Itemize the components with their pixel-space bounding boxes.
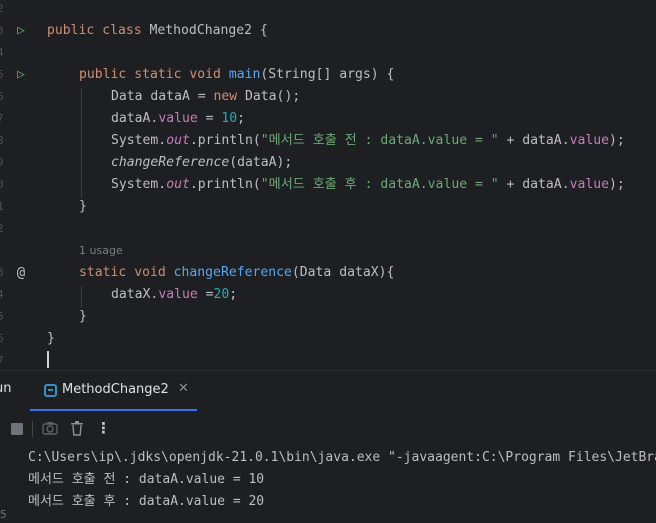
code-line: 2 bbox=[0, 218, 656, 240]
class-declaration: public class MethodChange2 { bbox=[47, 23, 268, 38]
line-number: 8 bbox=[0, 134, 4, 147]
code-editor[interactable]: 2 3 ▷ public class MethodChange2 { 4 5 ▷… bbox=[0, 0, 656, 370]
code-line: 5 } bbox=[0, 306, 656, 328]
run-triangle-icon[interactable]: ▷ bbox=[13, 67, 29, 83]
code-line: 0 System.out.println("메서드 호출 후 : dataA.v… bbox=[0, 174, 656, 196]
code-line: 3 @ static void changeReference(Data dat… bbox=[0, 262, 656, 284]
run-tool-window-title: un bbox=[0, 381, 12, 396]
close-icon[interactable]: ✕ bbox=[178, 381, 189, 396]
code-line: 6 } bbox=[0, 328, 656, 350]
line-number: 1 bbox=[0, 200, 4, 213]
closing-brace: } bbox=[79, 199, 87, 214]
camera-icon[interactable] bbox=[42, 421, 58, 439]
closing-brace: } bbox=[79, 309, 87, 324]
line-number: 2 bbox=[0, 2, 4, 15]
code-line: 8 System.out.println("메서드 호출 전 : dataA.v… bbox=[0, 130, 656, 152]
statement-print-before: System.out.println("메서드 호출 전 : dataA.val… bbox=[111, 133, 625, 148]
text-caret bbox=[47, 351, 49, 368]
code-line: 5 ▷ public static void main(String[] arg… bbox=[0, 64, 656, 86]
run-triangle-icon[interactable]: ▷ bbox=[13, 23, 29, 39]
line-number: 7 bbox=[0, 112, 4, 125]
code-line: 7 bbox=[0, 350, 656, 370]
run-tool-window: un MethodChange2 ✕ ⋮ C:\Users\ip\.jdks\o… bbox=[0, 370, 656, 523]
line-number: 5 bbox=[0, 68, 4, 81]
method-declaration: static void changeReference(Data dataX){ bbox=[79, 265, 395, 280]
closing-brace: } bbox=[47, 331, 55, 346]
line-number: 4 bbox=[0, 288, 4, 301]
code-line: 7 dataA.value = 10; bbox=[0, 108, 656, 130]
console-line: 메서드 호출 후 : dataA.value = 20 bbox=[28, 494, 265, 509]
at-sign-icon[interactable]: @ bbox=[13, 265, 29, 281]
statement-assign: dataA.value = 10; bbox=[111, 111, 246, 126]
more-options-icon[interactable]: ⋮ bbox=[96, 419, 111, 437]
line-number: 3 bbox=[0, 24, 4, 37]
code-line: 1 } bbox=[0, 196, 656, 218]
line-number: 0 bbox=[0, 178, 4, 191]
code-vision-row: 1 usage bbox=[0, 240, 656, 262]
line-number: 3 bbox=[0, 266, 4, 279]
usage-hint[interactable]: 1 usage bbox=[79, 240, 123, 262]
statement-print-after: System.out.println("메서드 호출 후 : dataA.val… bbox=[111, 177, 625, 192]
code-line: 4 bbox=[0, 42, 656, 64]
statement-new-data: Data dataA = new Data(); bbox=[111, 89, 301, 104]
console-line: C:\Users\ip\.jdks\openjdk-21.0.1\bin\jav… bbox=[28, 450, 656, 465]
console-gutter-number: 5 bbox=[0, 508, 7, 521]
active-tab-indicator bbox=[30, 409, 197, 411]
run-tab-bar: un MethodChange2 ✕ bbox=[0, 371, 656, 411]
line-number: 4 bbox=[0, 46, 4, 59]
console-line: 메서드 호출 전 : dataA.value = 10 bbox=[28, 472, 265, 487]
stop-icon[interactable] bbox=[11, 423, 23, 435]
code-line: 2 bbox=[0, 0, 656, 20]
statement-call-change-reference: changeReference(dataA); bbox=[111, 155, 293, 170]
code-line: 9 changeReference(dataA); bbox=[0, 152, 656, 174]
trash-icon[interactable] bbox=[70, 421, 84, 440]
run-configuration-icon bbox=[44, 384, 57, 397]
code-line: 3 ▷ public class MethodChange2 { bbox=[0, 20, 656, 42]
code-line: 4 dataX.value =20; bbox=[0, 284, 656, 306]
main-method-declaration: public static void main(String[] args) { bbox=[79, 67, 395, 82]
line-number: 7 bbox=[0, 354, 4, 367]
tab-methodchange2[interactable]: MethodChange2 ✕ bbox=[40, 371, 197, 411]
line-number: 6 bbox=[0, 332, 4, 345]
line-number: 6 bbox=[0, 90, 4, 103]
tab-label: MethodChange2 bbox=[62, 382, 169, 397]
statement-assign-x: dataX.value =20; bbox=[111, 287, 238, 302]
code-line: 6 Data dataA = new Data(); bbox=[0, 86, 656, 108]
line-number: 2 bbox=[0, 222, 4, 235]
line-number: 5 bbox=[0, 310, 4, 323]
line-number: 9 bbox=[0, 156, 4, 169]
toolbar-divider bbox=[32, 421, 33, 437]
